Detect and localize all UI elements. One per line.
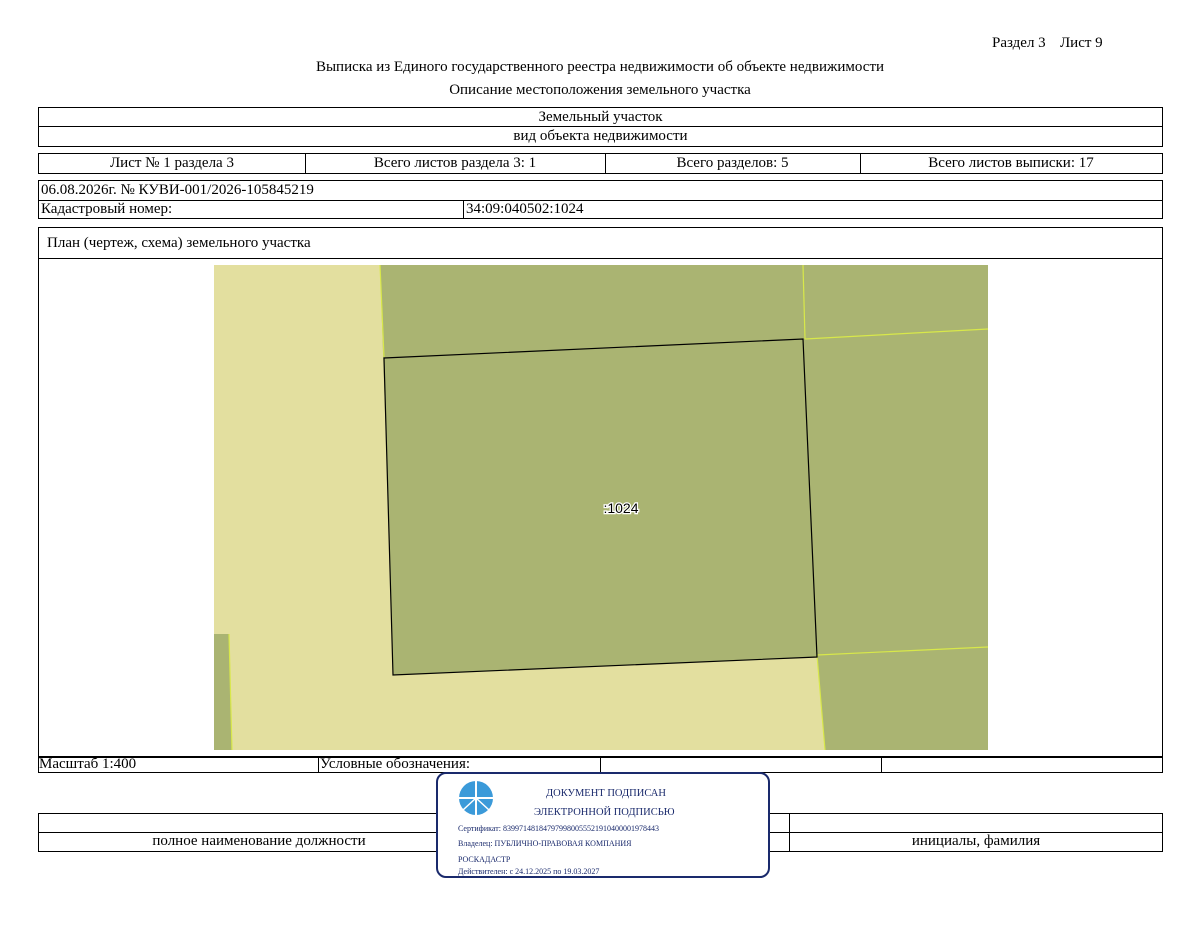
sheet-of-section: Лист № 1 раздела 3 [110, 155, 234, 171]
record-block: 06.08.2026г. № КУВИ-001/2026-105845219 К… [38, 180, 1163, 219]
cadastral-number: 34:09:040502:1024 [466, 201, 584, 217]
cadastral-label: Кадастровый номер: [41, 201, 173, 217]
total-sheets: Всего листов выписки: 17 [928, 155, 1094, 171]
stamp-valid: Действителен: с 24.12.2025 по 19.03.2027 [458, 867, 600, 876]
stamp-owner: Владелец: ПУБЛИЧНО-ПРАВОВАЯ КОМПАНИЯ [458, 839, 632, 848]
parcel-1024-outline [383, 338, 818, 676]
parcel-map: :1024 [214, 265, 988, 750]
e-signature-stamp: ДОКУМЕНТ ПОДПИСАН ЭЛЕКТРОННОЙ ПОДПИСЬЮ С… [436, 772, 770, 878]
stamp-owner2: РОСКАДАСТР [458, 855, 511, 864]
object-type: Земельный участок [538, 109, 663, 125]
stamp-line1: ДОКУМЕНТ ПОДПИСАН [546, 788, 666, 799]
total-sheets-section: Всего листов раздела 3: 1 [373, 155, 537, 171]
rosreestr-logo-icon [459, 781, 493, 815]
record-date-number: 06.08.2026г. № КУВИ-001/2026-105845219 [41, 182, 314, 198]
document-title: Выписка из Единого государственного реес… [315, 59, 885, 75]
legend-label: Условные обозначения: [320, 756, 471, 772]
position-caption: полное наименование должности [152, 833, 366, 849]
object-type-caption: вид объекта недвижимости [513, 128, 688, 144]
sheet-number: Лист 9 [1060, 35, 1103, 51]
stamp-certificate: Сертификат: 8399714818479799800555219104… [458, 824, 659, 833]
stamp-line2: ЭЛЕКТРОННОЙ ПОДПИСЬЮ [534, 807, 675, 818]
object-type-block: Земельный участок вид объекта недвижимос… [38, 107, 1163, 147]
parcel-label: :1024 [603, 500, 638, 516]
section-number: Раздел 3 [992, 35, 1046, 51]
total-sections: Всего разделов: 5 [676, 155, 789, 171]
name-caption: инициалы, фамилия [911, 833, 1041, 849]
plan-title: План (чертеж, схема) земельного участка [47, 235, 311, 251]
counters-row: Лист № 1 раздела 3 Всего листов раздела … [38, 153, 1163, 174]
document-subtitle: Описание местоположения земельного участ… [449, 82, 751, 98]
legend-row: Масштаб 1:400 Условные обозначения: [38, 756, 1163, 773]
scale: Масштаб 1:400 [39, 756, 137, 772]
